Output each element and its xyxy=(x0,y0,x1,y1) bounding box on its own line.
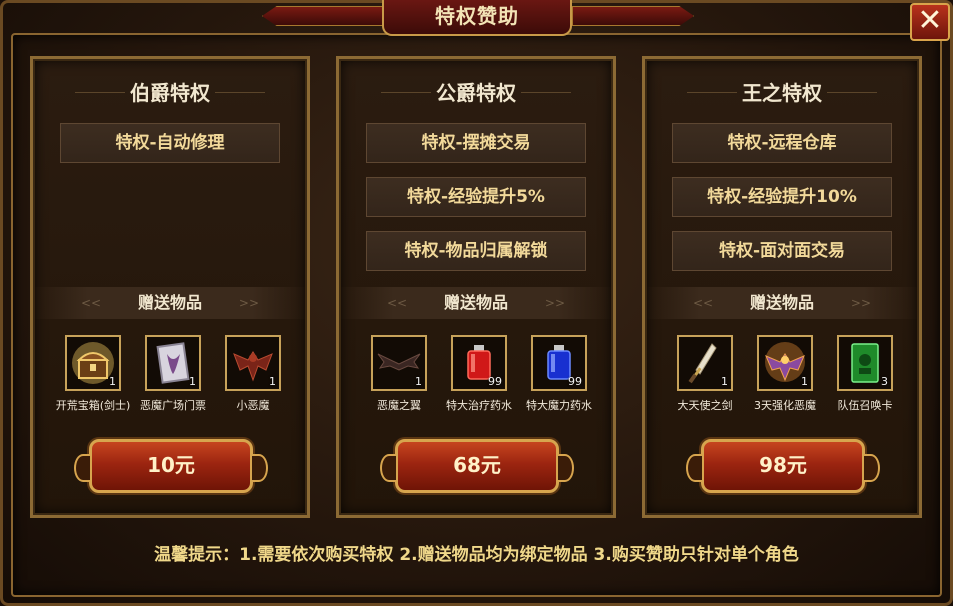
panel-duke: 公爵特权 特权-摆摊交易 特权-经验提升5% 特权-物品归属解锁 << 赠送物品… xyxy=(336,56,616,518)
arrow-left-icon: << xyxy=(693,296,714,310)
tip-text: 温馨提示：1.需要依次购买特权 2.赠送物品均为绑定物品 3.购买赞助只针对单个… xyxy=(154,545,799,565)
arrow-right-icon: >> xyxy=(544,296,565,310)
item-slot[interactable]: 1 xyxy=(145,335,201,391)
item-name: 特大魔力药水 xyxy=(526,399,592,412)
gift-item[interactable]: 99 特大魔力药水 xyxy=(526,335,592,413)
gift-header: << 赠送物品 >> xyxy=(645,287,919,319)
gift-item[interactable]: 1 大天使之剑 xyxy=(676,335,734,413)
privilege-item: 特权-远程仓库 xyxy=(672,123,892,163)
gift-item[interactable]: 3 队伍召唤卡 xyxy=(836,335,894,413)
ornament-left xyxy=(75,92,125,93)
item-slot[interactable]: 1 xyxy=(65,335,121,391)
item-quantity: 99 xyxy=(568,375,582,388)
panel-earl: 伯爵特权 特权-自动修理 << 赠送物品 >> 1 开荒宝箱(剑士) 1 恶魔广… xyxy=(30,56,310,518)
privilege-item: 特权-自动修理 xyxy=(60,123,280,163)
item-quantity: 3 xyxy=(881,375,888,388)
item-name: 小恶魔 xyxy=(236,399,270,412)
panel-header: 伯爵特权 xyxy=(33,73,307,113)
item-slot[interactable]: 1 xyxy=(225,335,281,391)
item-slot[interactable]: 99 xyxy=(531,335,587,391)
ornament-left xyxy=(687,92,737,93)
buy-button[interactable]: 10元 xyxy=(74,439,268,493)
title-wing-left xyxy=(262,6,384,26)
close-button[interactable]: ✕ xyxy=(910,3,950,41)
item-slot[interactable]: 1 xyxy=(677,335,733,391)
privilege-item: 特权-面对面交易 xyxy=(672,231,892,271)
panel-title: 伯爵特权 xyxy=(130,81,210,105)
item-quantity: 1 xyxy=(109,375,116,388)
gift-label: 赠送物品 xyxy=(137,293,202,312)
panel-header: 公爵特权 xyxy=(339,73,613,113)
panel-header: 王之特权 xyxy=(645,73,919,113)
item-quantity: 1 xyxy=(801,375,808,388)
panel-king: 王之特权 特权-远程仓库 特权-经验提升10% 特权-面对面交易 << 赠送物品… xyxy=(642,56,922,518)
gift-header: << 赠送物品 >> xyxy=(33,287,307,319)
ornament-left xyxy=(381,92,431,93)
item-quantity: 1 xyxy=(269,375,276,388)
item-quantity: 1 xyxy=(189,375,196,388)
privilege-item: 特权-经验提升5% xyxy=(366,177,586,217)
item-slot[interactable]: 99 xyxy=(451,335,507,391)
item-quantity: 99 xyxy=(488,375,502,388)
arrow-right-icon: >> xyxy=(850,296,871,310)
arrow-right-icon: >> xyxy=(238,296,259,310)
item-slot[interactable]: 3 xyxy=(837,335,893,391)
title-wing-right xyxy=(572,6,694,26)
item-quantity: 1 xyxy=(415,375,422,388)
buy-button[interactable]: 98元 xyxy=(686,439,880,493)
arrow-left-icon: << xyxy=(387,296,408,310)
item-slot[interactable]: 1 xyxy=(757,335,813,391)
title-banner: 特权赞助 xyxy=(382,0,572,36)
privilege-item: 特权-物品归属解锁 xyxy=(366,231,586,271)
gift-label: 赠送物品 xyxy=(749,293,814,312)
privilege-item: 特权-摆摊交易 xyxy=(366,123,586,163)
gift-item[interactable]: 1 恶魔广场门票 xyxy=(140,335,206,413)
close-icon: ✕ xyxy=(917,3,943,38)
gift-header: << 赠送物品 >> xyxy=(339,287,613,319)
ornament-right xyxy=(521,92,571,93)
gift-label: 赠送物品 xyxy=(443,293,508,312)
item-name: 队伍召唤卡 xyxy=(837,399,893,412)
gift-item[interactable]: 1 开荒宝箱(剑士) xyxy=(56,335,130,413)
privilege-item: 特权-经验提升10% xyxy=(672,177,892,217)
buy-button[interactable]: 68元 xyxy=(380,439,574,493)
ornament-right xyxy=(827,92,877,93)
panel-title: 公爵特权 xyxy=(436,81,516,105)
gift-item[interactable]: 1 3天强化恶魔 xyxy=(754,335,816,413)
arrow-left-icon: << xyxy=(81,296,102,310)
window-title: 特权赞助 xyxy=(435,4,519,28)
panel-title: 王之特权 xyxy=(742,81,822,105)
item-slot[interactable]: 1 xyxy=(371,335,427,391)
ornament-right xyxy=(215,92,265,93)
item-quantity: 1 xyxy=(721,375,728,388)
gift-item[interactable]: 1 小恶魔 xyxy=(224,335,282,413)
gift-item[interactable]: 99 特大治疗药水 xyxy=(446,335,512,413)
gift-item[interactable]: 1 恶魔之翼 xyxy=(370,335,428,413)
